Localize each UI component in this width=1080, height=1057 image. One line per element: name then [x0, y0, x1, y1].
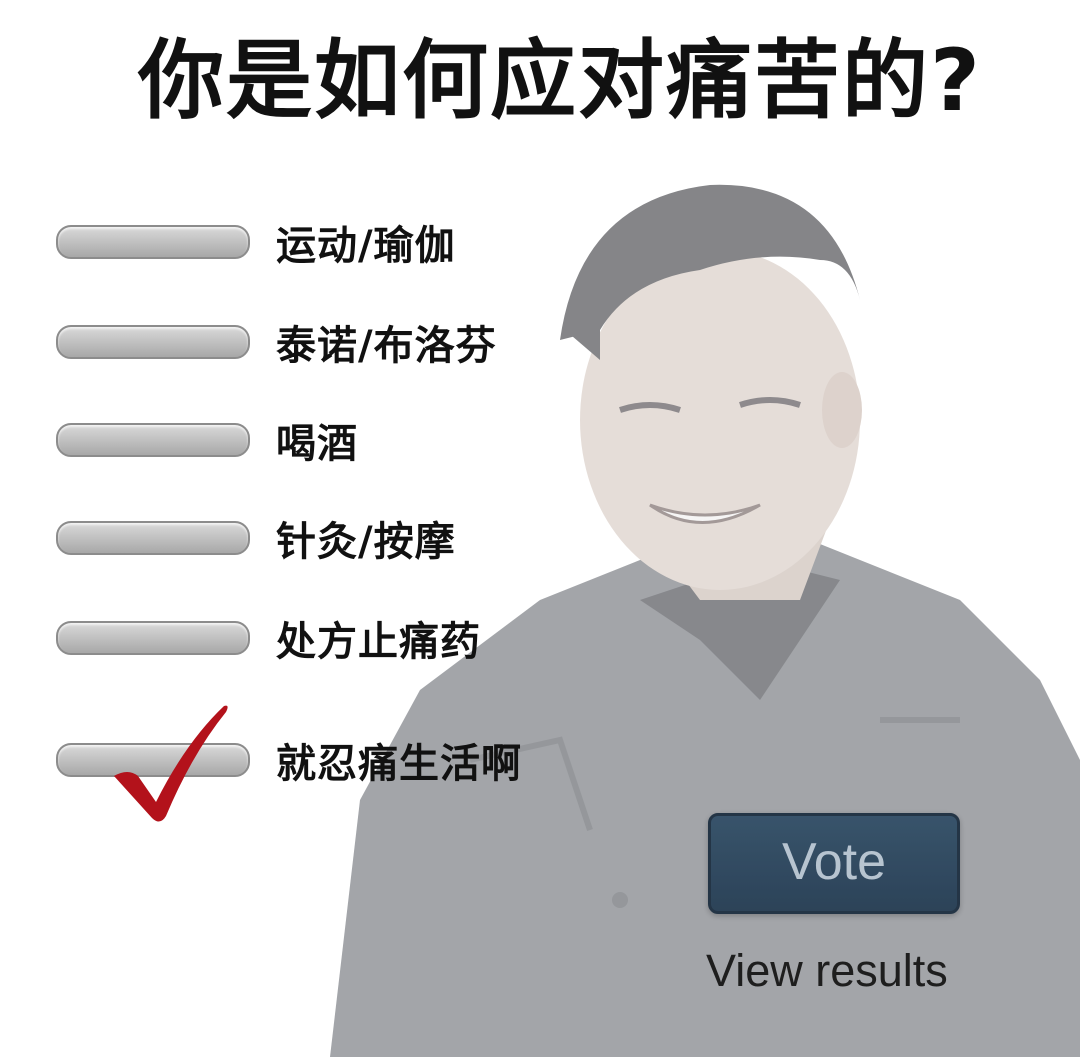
option-label: 针灸/按摩 [276, 519, 456, 565]
option-radio-pill[interactable] [56, 325, 250, 359]
poll-option-drink-alcohol[interactable]: 喝酒 [56, 410, 576, 470]
vote-button[interactable]: Vote [708, 813, 960, 914]
option-label: 泰诺/布洛芬 [276, 323, 497, 369]
poll-option-tylenol-ibuprofen[interactable]: 泰诺/布洛芬 [56, 312, 576, 372]
poll-option-prescription-painkillers[interactable]: 处方止痛药 [56, 608, 576, 668]
poll-question: 你是如何应对痛苦的? [138, 31, 982, 131]
checkmark-icon [114, 705, 228, 822]
option-label: 喝酒 [276, 421, 358, 467]
option-radio-pill[interactable] [56, 423, 250, 457]
poll-option-exercise-yoga[interactable]: 运动/瑜伽 [56, 212, 576, 272]
poll-meme: 你是如何应对痛苦的? 运动/瑜伽 泰诺/布洛芬 喝酒 针灸/按摩 处方止痛药 就… [0, 0, 1080, 1057]
option-radio-pill[interactable] [56, 521, 250, 555]
option-label: 运动/瑜伽 [276, 223, 456, 269]
poll-option-acupuncture-massage[interactable]: 针灸/按摩 [56, 508, 576, 568]
option-label: 就忍痛生活啊 [276, 741, 522, 787]
option-radio-pill[interactable] [56, 621, 250, 655]
option-radio-pill[interactable] [56, 225, 250, 259]
view-results-link[interactable]: View results [706, 945, 1006, 997]
option-label: 处方止痛药 [276, 619, 481, 665]
